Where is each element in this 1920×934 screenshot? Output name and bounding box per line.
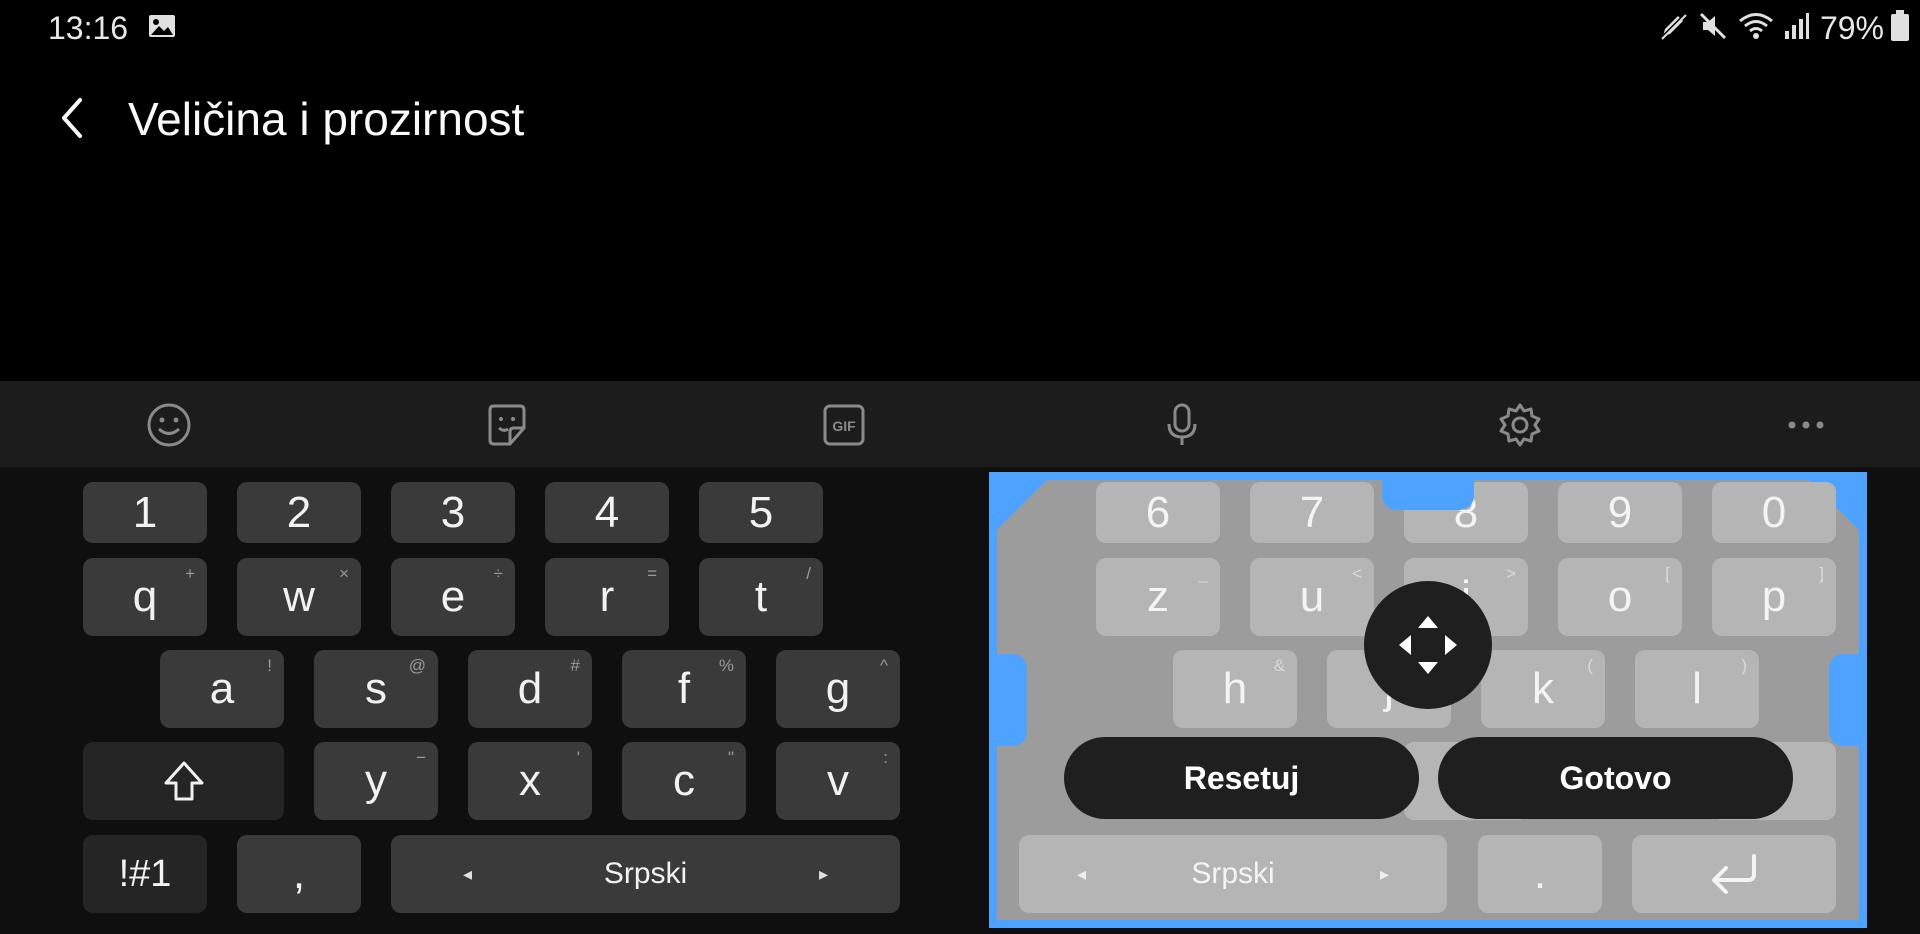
signal-icon (1784, 11, 1810, 46)
status-icons: 79% (1658, 8, 1920, 48)
space-right-arrow-icon: ▸ (818, 863, 828, 884)
key-o[interactable]: o[ (1558, 558, 1682, 636)
period-key[interactable]: . (1478, 835, 1602, 913)
emoji-button[interactable] (143, 399, 195, 451)
mute-icon (1698, 11, 1728, 46)
chevron-left-icon (62, 98, 82, 138)
key-q[interactable]: q + (83, 558, 207, 636)
move-handle[interactable] (1364, 581, 1492, 709)
symbols-key[interactable]: !#1 (83, 835, 207, 913)
key-9[interactable]: 9 (1558, 482, 1682, 543)
key-4[interactable]: 4 (545, 482, 669, 543)
key-w[interactable]: w × (237, 558, 361, 636)
page-title: Veličina i prozirnost (128, 93, 525, 145)
key-g[interactable]: g ^ (776, 650, 900, 728)
settings-button[interactable] (1494, 399, 1546, 451)
status-bar: 13:16 79% (0, 0, 1920, 56)
more-button[interactable] (1780, 399, 1832, 451)
key-f[interactable]: f% (622, 650, 746, 728)
key-x[interactable]: x ' (468, 742, 592, 820)
enter-icon (1712, 854, 1756, 894)
key-a[interactable]: a! (160, 650, 284, 728)
key-z[interactable]: z _ (1096, 558, 1220, 636)
sticker-button[interactable] (481, 399, 533, 451)
key-5[interactable]: 5 (699, 482, 823, 543)
space-right-arrow-icon: ▸ (1379, 863, 1389, 884)
battery-icon (1890, 9, 1910, 47)
shift-key[interactable] (83, 742, 284, 820)
emoji-icon (147, 403, 191, 447)
done-button[interactable]: Gotovo (1438, 737, 1793, 819)
battery-percent: 79% (1819, 9, 1884, 46)
space-left-arrow-icon: ◂ (1077, 863, 1087, 884)
more-icon (1788, 421, 1824, 429)
gif-button[interactable]: GIF (818, 399, 870, 451)
key-s[interactable]: s @ (314, 650, 438, 728)
key-1[interactable]: 1 (83, 482, 207, 543)
settings-icon (1499, 403, 1541, 447)
key-y[interactable]: y − (314, 742, 438, 820)
space-left-arrow-icon: ◂ (463, 863, 473, 884)
voice-input-button[interactable] (1156, 399, 1208, 451)
mic-icon (1167, 403, 1197, 445)
move-arrows-icon (1399, 616, 1457, 674)
enter-key[interactable] (1632, 835, 1836, 913)
key-d[interactable]: d # (468, 650, 592, 728)
keyboard-toolbar: GIF (0, 381, 1920, 467)
status-time: 13:16 (48, 10, 129, 46)
space-label: Srpski (1191, 857, 1275, 890)
key-3[interactable]: 3 (391, 482, 515, 543)
key-7[interactable]: 7 (1250, 482, 1374, 543)
key-h[interactable]: h & (1173, 650, 1297, 728)
key-u[interactable]: u < (1250, 558, 1374, 636)
key-6[interactable]: 6 (1096, 482, 1220, 543)
space-key[interactable]: ◂ Srpski ▸ (391, 835, 900, 913)
resize-handle-top[interactable] (1382, 472, 1474, 510)
key-e[interactable]: e ÷ (391, 558, 515, 636)
sticker-icon (488, 404, 526, 446)
key-p[interactable]: p] (1712, 558, 1836, 636)
key-c[interactable]: c " (622, 742, 746, 820)
app-header: Veličina i prozirnost (0, 80, 1920, 160)
key-k[interactable]: k( (1481, 650, 1605, 728)
key-l[interactable]: l) (1635, 650, 1759, 728)
pen-icon (1658, 11, 1688, 46)
back-button[interactable] (48, 90, 96, 146)
comma-key[interactable]: , (237, 835, 361, 913)
space-label: Srpski (603, 857, 688, 890)
key-0[interactable]: 0 (1712, 482, 1836, 543)
key-v[interactable]: v: (776, 742, 900, 820)
resize-handle-left[interactable] (989, 654, 1027, 746)
wifi-icon (1738, 11, 1774, 46)
shift-icon (164, 761, 203, 801)
key-t[interactable]: t / (699, 558, 823, 636)
image-icon (148, 14, 176, 38)
key-r[interactable]: r = (545, 558, 669, 636)
gif-icon: GIF (823, 404, 865, 446)
reset-button[interactable]: Resetuj (1064, 737, 1419, 819)
resize-handle-right[interactable] (1829, 654, 1867, 746)
key-2[interactable]: 2 (237, 482, 361, 543)
space-key-right[interactable]: ◂ Srpski ▸ (1019, 835, 1447, 913)
gif-label: GIF (832, 418, 856, 434)
